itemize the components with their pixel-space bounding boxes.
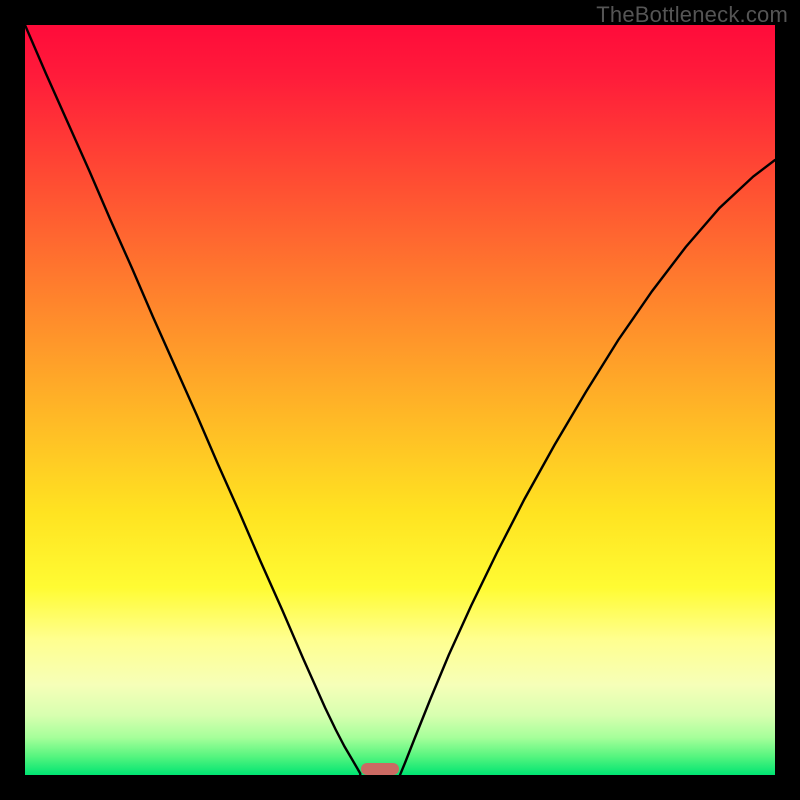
chart-frame: TheBottleneck.com bbox=[0, 0, 800, 800]
curve-layer bbox=[25, 25, 775, 775]
right-curve bbox=[400, 160, 775, 775]
watermark-text: TheBottleneck.com bbox=[596, 2, 788, 28]
bottleneck-marker bbox=[361, 763, 399, 775]
left-curve bbox=[25, 25, 360, 775]
plot-area bbox=[25, 25, 775, 775]
